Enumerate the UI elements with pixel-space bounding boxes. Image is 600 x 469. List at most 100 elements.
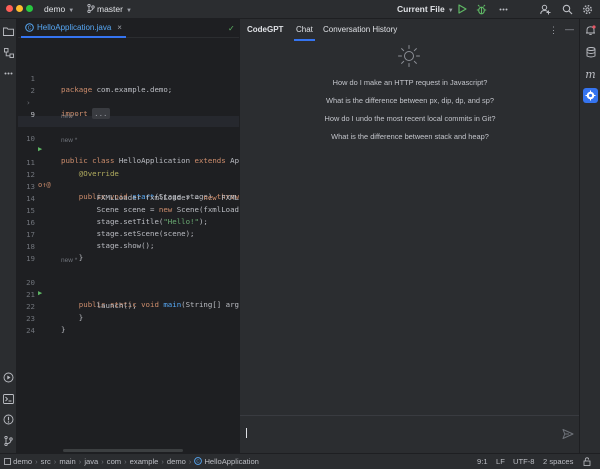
send-icon[interactable] [562,428,574,440]
breadcrumb-separator-icon: › [161,457,164,466]
breadcrumb-item[interactable]: main [59,457,75,466]
sun-icon [398,45,420,67]
codegpt-icon[interactable] [583,88,598,103]
chevron-down-icon: ▼ [125,8,132,14]
run-icon[interactable] [455,2,469,16]
breadcrumb-separator-icon: › [124,457,127,466]
horizontal-scrollbar[interactable] [63,449,183,452]
panel-options-icon[interactable]: ⋮ [549,25,558,36]
text-caret [246,428,247,438]
lock-icon[interactable] [583,457,591,468]
line-number: 9 [30,110,35,119]
editor-tab-hello-application[interactable]: C HelloApplication.java × [21,19,126,38]
svg-text:C: C [197,459,201,464]
code-line: 1 package com.example.demo; [18,62,239,94]
java-class-icon: C [194,457,203,465]
settings-icon[interactable] [580,2,594,16]
code-line: 9 [18,98,239,119]
breadcrumb-item[interactable]: demo [167,457,186,466]
services-run-icon[interactable] [2,371,15,384]
breadcrumb-item[interactable]: example [130,457,159,466]
panel-title: CodeGPT [247,25,284,34]
breadcrumb-item[interactable]: demo [13,457,32,466]
tab-chat[interactable]: Chat [294,19,315,41]
zoom-window-button[interactable] [26,5,33,12]
code-line: 17 stage.show(); [18,218,239,250]
codegpt-panel: CodeGPT Chat Conversation History ⋮ — Ho… [239,19,580,453]
search-icon[interactable] [560,2,574,16]
code-line: 14 Scene scene = new Scene(fxmlLoader.lo [18,182,239,214]
code-line: 22 } [18,290,239,322]
line-number: 24 [26,326,35,335]
branch-selector[interactable]: master ▼ [87,3,132,14]
breadcrumb-item[interactable]: HelloApplication [204,457,258,466]
code-editor: C HelloApplication.java × ✓ 1 package co… [18,19,239,453]
notifications-icon[interactable] [583,23,598,38]
close-tab-icon[interactable]: × [117,23,122,32]
chevron-down-icon: ▼ [447,8,454,14]
breadcrumb-item[interactable]: src [41,457,51,466]
close-window-button[interactable] [6,5,13,12]
author-hint[interactable]: new * [61,112,77,121]
minimize-window-button[interactable] [16,5,23,12]
code-line: 10 ▶ public class HelloApplication exten… [18,122,239,165]
left-tool-strip [0,19,17,453]
editor-tab-label: HelloApplication.java [37,23,112,32]
suggestion-git-undo[interactable]: How do I undo the most recent local comm… [240,114,580,123]
run-config-label: Current File [397,4,445,14]
add-user-icon[interactable] [538,2,552,16]
suggestion-stack-heap[interactable]: What is the difference between stack and… [240,132,580,141]
code-line: › import ... [18,86,239,119]
code-line: 24 [18,314,239,335]
code-line: 11 @Override [18,146,239,178]
more-tools-icon[interactable] [2,67,15,80]
breadcrumb-separator-icon: › [101,457,104,466]
folded-imports[interactable]: ... [92,108,110,119]
line-separator[interactable]: LF [496,457,505,466]
breadcrumb-separator-icon: › [78,457,82,466]
database-icon[interactable] [583,45,598,60]
breadcrumb-item[interactable]: java [84,457,98,466]
code-line: 13 FXMLLoader fxmlLoader = new FXMLLoade… [18,170,239,202]
terminal-icon[interactable] [2,392,15,405]
suggestion-css-units[interactable]: What is the difference between px, dip, … [240,96,580,105]
problems-icon[interactable] [2,413,15,426]
title-bar: demo ▼ master ▼ Current File ▼ [0,0,600,19]
right-tool-strip: m [579,19,600,453]
svg-text:C: C [28,25,32,31]
code-line: 2 [18,74,239,95]
project-selector[interactable]: demo ▼ [44,4,74,14]
project-name: demo [44,4,66,14]
project-folder-icon[interactable] [2,25,15,38]
module-icon [4,458,11,465]
cursor-position[interactable]: 9:1 [477,457,488,466]
more-actions-icon[interactable] [496,2,510,16]
structure-icon[interactable] [2,46,15,59]
code-line: 18 } [18,230,239,262]
tab-conversation-history[interactable]: Conversation History [323,19,397,41]
chat-input[interactable] [240,415,580,453]
breadcrumb-item[interactable]: com [107,457,121,466]
author-hint[interactable]: new * [61,256,77,265]
code-area[interactable]: 1 package com.example.demo; 2 › import .… [18,38,239,453]
debug-icon[interactable] [474,2,488,16]
breadcrumb-separator-icon: › [53,457,57,466]
status-bar: demo › src › main › java › com › example › demo › C Hel… [0,453,600,469]
checkmark-icon: ✓ [228,24,235,33]
file-encoding[interactable]: UTF-8 [513,457,535,466]
code-line: 23 } [18,302,239,334]
breadcrumb: demo › src › main › java › com › example › demo › C Hel… [4,457,259,466]
suggestion-http-request[interactable]: How do I make an HTTP request in Javascr… [240,78,580,87]
code-line: 21 launch(); [18,278,239,310]
code-line: 16 stage.setScene(scene); [18,206,239,238]
git-icon[interactable] [2,434,15,447]
code-line: 19 [18,242,239,263]
maven-icon[interactable]: m [583,67,598,82]
author-hint[interactable]: new * [61,136,77,145]
indent-setting[interactable]: 2 spaces [543,457,573,466]
code-line: 20 ▶ public static void main(String[] ar… [18,266,239,309]
panel-tab-bar: CodeGPT Chat Conversation History ⋮ — [240,19,580,41]
minimize-panel-icon[interactable]: — [565,24,574,34]
run-config-selector[interactable]: Current File ▼ [397,4,454,14]
java-class-icon: C [25,23,34,32]
